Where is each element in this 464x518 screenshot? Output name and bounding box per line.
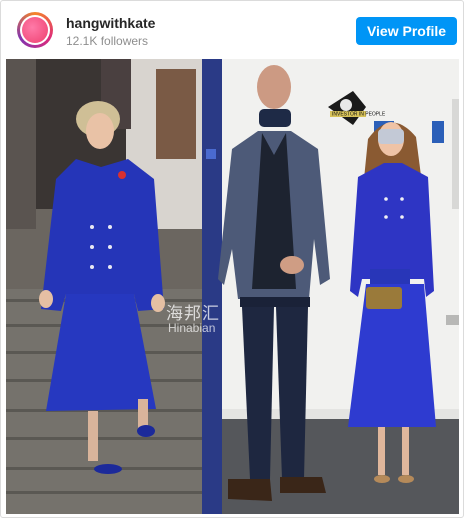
profile-header: hangwithkate 12.1K followers View Profil…: [1, 1, 463, 59]
photo-illustration: INVESTOR IN PEOPLE: [6, 59, 459, 514]
post-photo[interactable]: INVESTOR IN PEOPLE 海邦汇 Hinabian: [6, 59, 459, 514]
door-frame: [202, 59, 222, 514]
profile-username[interactable]: hangwithkate: [66, 15, 155, 31]
avatar-image: [22, 17, 48, 43]
photo-watermark-sub: Hinabian: [168, 321, 216, 335]
follower-count: 12.1K followers: [66, 34, 149, 48]
plaque-text: INVESTOR IN PEOPLE: [332, 112, 386, 118]
view-profile-button[interactable]: View Profile: [356, 17, 457, 45]
handbag: [366, 287, 402, 309]
instagram-embed-card: hangwithkate 12.1K followers View Profil…: [0, 0, 464, 518]
profile-avatar[interactable]: [17, 12, 53, 48]
